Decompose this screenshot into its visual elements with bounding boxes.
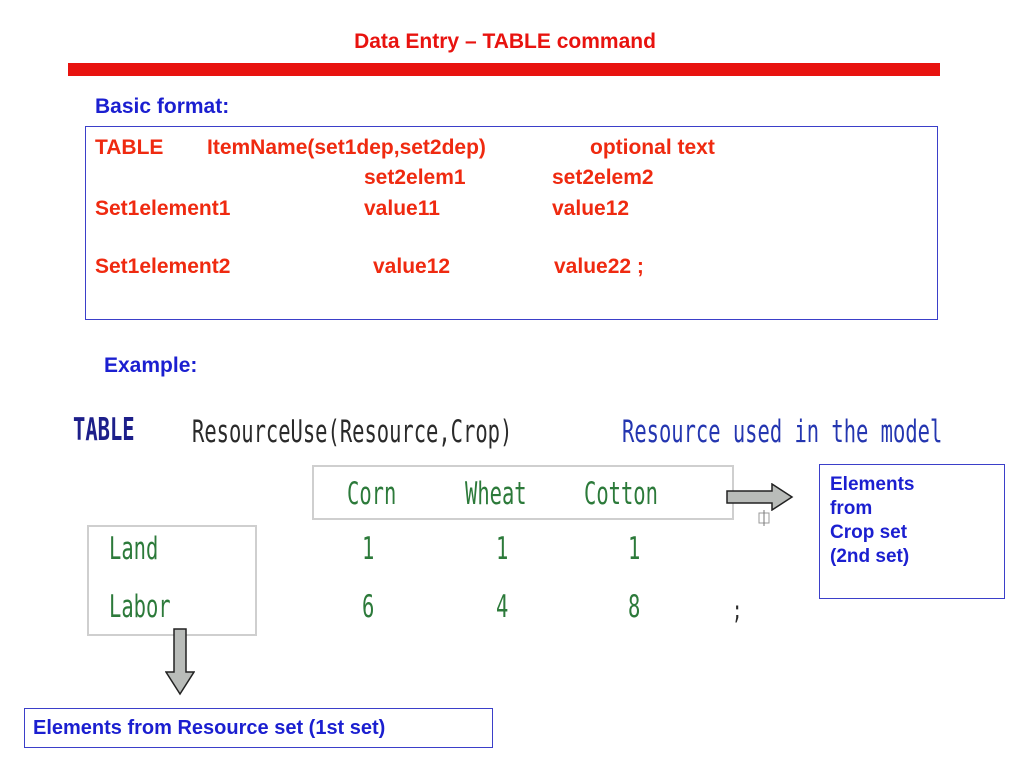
value-labor-corn: 6 bbox=[362, 589, 375, 625]
value-labor-wheat: 4 bbox=[496, 589, 509, 625]
example-table-keyword: TABLE bbox=[73, 412, 135, 448]
title-divider bbox=[68, 63, 940, 76]
format-row2-v2: value22 ; bbox=[554, 255, 644, 278]
statement-terminator: ; bbox=[732, 596, 743, 626]
format-col2: set2elem2 bbox=[552, 166, 654, 189]
right-arrow-icon bbox=[726, 483, 794, 511]
format-row1-v2: value12 bbox=[552, 197, 630, 220]
format-item-name: ItemName(set1dep,set2dep) bbox=[207, 136, 486, 159]
crop-callout-line2: from bbox=[830, 498, 873, 519]
resource-set-callout: Elements from Resource set (1st set) bbox=[24, 708, 493, 748]
format-optional-text: optional text bbox=[590, 136, 715, 159]
example-declaration: ResourceUse(Resource,Crop) bbox=[192, 414, 513, 450]
value-land-corn: 1 bbox=[362, 531, 375, 567]
crop-callout-line4: (2nd set) bbox=[830, 546, 910, 567]
format-col1: set2elem1 bbox=[364, 166, 466, 189]
crop-callout-line3: Crop set bbox=[830, 522, 908, 543]
down-arrow-icon bbox=[165, 628, 195, 696]
text-cursor-icon bbox=[758, 510, 770, 526]
column-corn: Corn bbox=[347, 476, 397, 512]
example-heading: Example: bbox=[104, 354, 198, 377]
format-row2-v1: value12 bbox=[373, 255, 451, 278]
slide-title: Data Entry – TABLE command bbox=[354, 30, 656, 53]
value-land-cotton: 1 bbox=[628, 531, 641, 567]
crop-set-callout: Elements from Crop set (2nd set) bbox=[819, 464, 1005, 599]
value-labor-cotton: 8 bbox=[628, 589, 641, 625]
format-row2-label: Set1element2 bbox=[95, 255, 231, 278]
value-land-wheat: 1 bbox=[496, 531, 509, 567]
column-wheat: Wheat bbox=[465, 476, 527, 512]
format-table-keyword: TABLE bbox=[95, 136, 164, 159]
format-row1-label: Set1element1 bbox=[95, 197, 231, 220]
crop-callout-line1: Elements bbox=[830, 474, 915, 495]
row-label-land: Land bbox=[109, 531, 159, 567]
row-label-labor: Labor bbox=[109, 589, 171, 625]
basic-format-heading: Basic format: bbox=[95, 95, 230, 118]
format-row1-v1: value11 bbox=[364, 197, 440, 220]
column-cotton: Cotton bbox=[584, 476, 658, 512]
example-description: Resource used in the model bbox=[622, 414, 943, 450]
